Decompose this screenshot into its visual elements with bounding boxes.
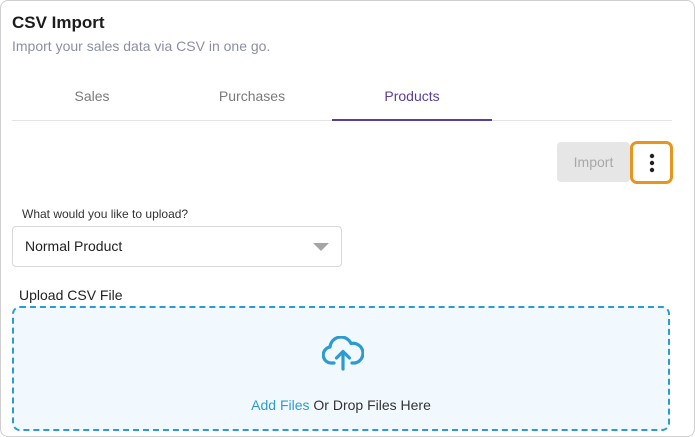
import-button[interactable]: Import (557, 142, 630, 182)
upload-type-selected-value: Normal Product (25, 238, 123, 254)
caret-down-icon (313, 243, 329, 251)
more-options-button[interactable] (630, 141, 673, 184)
upload-csv-label: Upload CSV File (19, 287, 123, 303)
upload-type-select[interactable]: Normal Product (12, 226, 342, 267)
dropzone-text: Add Files Or Drop Files Here (14, 397, 668, 413)
tab-purchases[interactable]: Purchases (172, 81, 332, 120)
kebab-vertical-icon (649, 153, 655, 173)
cloud-upload-icon (321, 335, 365, 377)
page-title: CSV Import (12, 13, 105, 32)
tab-sales[interactable]: Sales (12, 81, 172, 120)
page-subtitle: Import your sales data via CSV in one go… (12, 38, 271, 54)
tab-products[interactable]: Products (332, 81, 492, 121)
import-tabs: Sales Purchases Products (12, 81, 672, 121)
upload-type-label: What would you like to upload? (22, 207, 189, 221)
file-dropzone[interactable]: Add Files Or Drop Files Here (12, 306, 670, 431)
add-files-link[interactable]: Add Files (251, 397, 309, 413)
drop-files-text: Or Drop Files Here (313, 397, 431, 413)
csv-import-card: CSV Import Import your sales data via CS… (0, 0, 695, 437)
